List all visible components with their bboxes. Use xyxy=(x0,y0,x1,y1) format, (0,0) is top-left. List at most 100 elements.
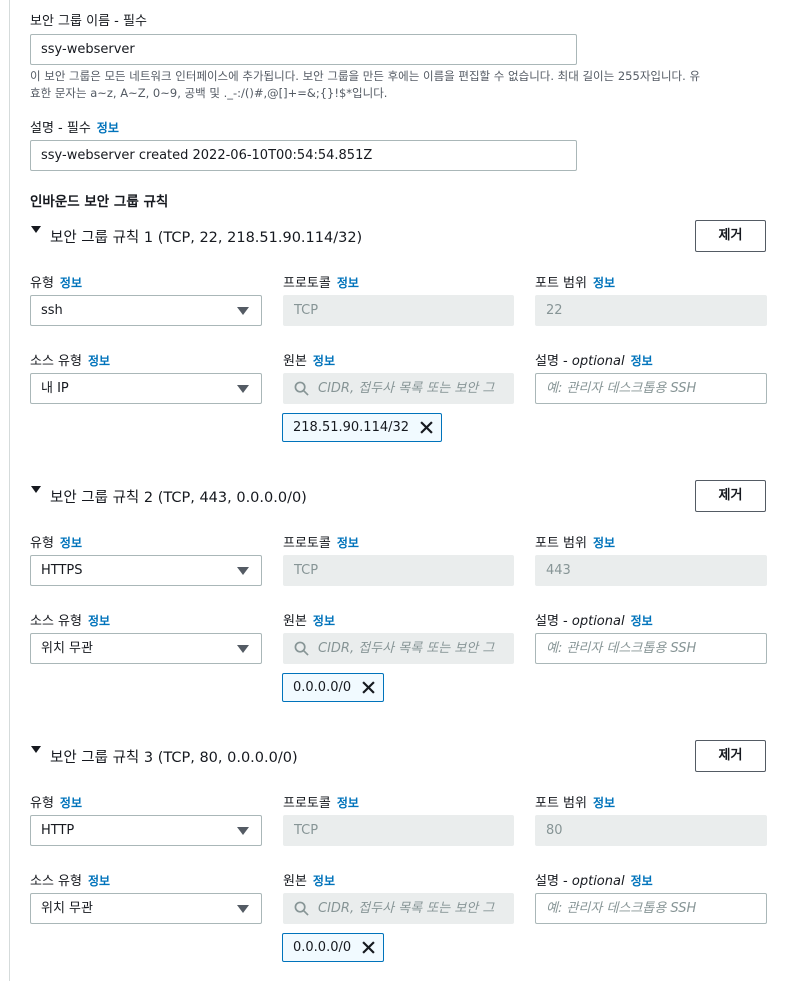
rule-description-info-link[interactable]: 정보 xyxy=(631,874,653,888)
protocol-input: TCP xyxy=(283,295,514,326)
sg-name-hint: 이 보안 그룹은 모든 네트워크 인터페이스에 추가됩니다. 보안 그룹을 만든… xyxy=(30,68,775,102)
source-info-link[interactable]: 정보 xyxy=(313,614,335,628)
source-type-select[interactable]: 내 IP xyxy=(30,373,262,404)
rule-description-placeholder: 예: 관리자 데스크톱용 SSH xyxy=(546,381,697,396)
search-icon xyxy=(294,641,309,656)
source-type-info-link[interactable]: 정보 xyxy=(88,354,110,368)
rule-description-label: 설명 - optional 정보 xyxy=(535,614,653,629)
port-range-input: 80 xyxy=(535,815,767,846)
type-select[interactable]: HTTP xyxy=(30,815,262,846)
sg-description-label: 설명 - 필수 정보 xyxy=(30,117,119,136)
source-search-input[interactable]: CIDR, 접두사 목록 또는 보안 그 xyxy=(283,633,514,664)
rule-description-label-text: 설명 xyxy=(535,614,559,629)
type-info-link[interactable]: 정보 xyxy=(60,276,82,290)
type-select[interactable]: HTTPS xyxy=(30,555,262,586)
remove-token-icon[interactable] xyxy=(420,421,433,434)
port-range-input: 443 xyxy=(535,555,767,586)
source-token-text: 0.0.0.0/0 xyxy=(293,680,352,695)
dropdown-arrow-icon xyxy=(237,567,249,575)
dropdown-arrow-icon xyxy=(237,307,249,315)
protocol-input: TCP xyxy=(283,815,514,846)
rule-description-info-link[interactable]: 정보 xyxy=(631,614,653,628)
type-label: 유형 정보 xyxy=(30,532,82,551)
source-token: 0.0.0.0/0 xyxy=(282,673,385,702)
rule-description-input[interactable]: 예: 관리자 데스크톱용 SSH xyxy=(535,373,767,404)
source-info-link[interactable]: 정보 xyxy=(313,874,335,888)
inbound-rule-1: 보안 그룹 규칙 1 (TCP, 22, 218.51.90.114/32) 제… xyxy=(0,220,786,480)
source-token-wrap: 0.0.0.0/0 xyxy=(282,933,385,962)
sg-description-info-link[interactable]: 정보 xyxy=(97,121,119,135)
port-range-label: 포트 범위 정보 xyxy=(535,532,615,551)
source-token: 218.51.90.114/32 xyxy=(282,413,443,442)
port-range-input: 22 xyxy=(535,295,767,326)
source-type-select-value: 위치 무관 xyxy=(41,641,93,656)
source-search-placeholder: CIDR, 접두사 목록 또는 보안 그 xyxy=(318,641,495,656)
rule-header[interactable]: 보안 그룹 규칙 1 (TCP, 22, 218.51.90.114/32) xyxy=(50,226,362,247)
protocol-value: TCP xyxy=(294,563,319,578)
rule-description-input[interactable]: 예: 관리자 데스크톱용 SSH xyxy=(535,633,767,664)
remove-token-icon[interactable] xyxy=(362,941,375,954)
port-range-info-link[interactable]: 정보 xyxy=(593,536,615,550)
source-search-placeholder: CIDR, 접두사 목록 또는 보안 그 xyxy=(318,381,495,396)
optional-text: optional xyxy=(571,354,625,369)
rule-description-label: 설명 - optional 정보 xyxy=(535,874,653,889)
type-info-link[interactable]: 정보 xyxy=(60,796,82,810)
source-info-link[interactable]: 정보 xyxy=(313,354,335,368)
port-range-info-link[interactable]: 정보 xyxy=(593,276,615,290)
sg-name-label: 보안 그룹 이름 - 필수 xyxy=(30,10,147,29)
sg-description-input[interactable]: ssy-webserver created 2022-06-10T00:54:5… xyxy=(30,140,577,171)
type-label: 유형 정보 xyxy=(30,792,82,811)
source-type-info-link[interactable]: 정보 xyxy=(88,614,110,628)
source-type-info-link[interactable]: 정보 xyxy=(88,874,110,888)
source-label: 원본 정보 xyxy=(283,610,335,629)
optional-text: optional xyxy=(571,874,625,889)
remove-rule-button[interactable]: 제거 xyxy=(695,480,766,512)
protocol-value: TCP xyxy=(294,823,319,838)
source-label-text: 원본 xyxy=(283,354,307,369)
type-select-value: ssh xyxy=(41,303,63,318)
source-type-label: 소스 유형 정보 xyxy=(30,350,110,369)
remove-rule-button[interactable]: 제거 xyxy=(695,740,766,772)
source-token-wrap: 218.51.90.114/32 xyxy=(282,413,443,442)
type-select-value: HTTP xyxy=(41,823,75,838)
protocol-info-link[interactable]: 정보 xyxy=(337,276,359,290)
source-type-select-value: 위치 무관 xyxy=(41,901,93,916)
type-select[interactable]: ssh xyxy=(30,295,262,326)
search-icon xyxy=(294,901,309,916)
inbound-rules-title: 인바운드 보안 그룹 규칙 xyxy=(30,194,169,210)
source-type-select[interactable]: 위치 무관 xyxy=(30,893,262,924)
collapse-caret-icon[interactable] xyxy=(31,486,41,493)
source-label-text: 원본 xyxy=(283,614,307,629)
remove-rule-button[interactable]: 제거 xyxy=(695,220,766,252)
type-label: 유형 정보 xyxy=(30,272,82,291)
source-search-input[interactable]: CIDR, 접두사 목록 또는 보안 그 xyxy=(283,373,514,404)
dropdown-arrow-icon xyxy=(237,905,249,913)
type-label-text: 유형 xyxy=(30,796,54,811)
type-info-link[interactable]: 정보 xyxy=(60,536,82,550)
collapse-caret-icon[interactable] xyxy=(31,226,41,233)
rule-description-label-text: 설명 xyxy=(535,874,559,889)
protocol-info-link[interactable]: 정보 xyxy=(337,796,359,810)
source-label: 원본 정보 xyxy=(283,350,335,369)
rule-header[interactable]: 보안 그룹 규칙 2 (TCP, 443, 0.0.0.0/0) xyxy=(50,486,307,507)
dropdown-arrow-icon xyxy=(237,645,249,653)
dropdown-arrow-icon xyxy=(237,827,249,835)
source-type-select[interactable]: 위치 무관 xyxy=(30,633,262,664)
source-type-select-value: 내 IP xyxy=(41,381,69,396)
port-range-info-link[interactable]: 정보 xyxy=(593,796,615,810)
source-search-input[interactable]: CIDR, 접두사 목록 또는 보안 그 xyxy=(283,893,514,924)
sg-name-input[interactable]: ssy-webserver xyxy=(30,34,577,65)
rule-description-input[interactable]: 예: 관리자 데스크톱용 SSH xyxy=(535,893,767,924)
remove-token-icon[interactable] xyxy=(362,681,375,694)
port-range-label-text: 포트 범위 xyxy=(535,536,587,551)
inbound-rule-3: 보안 그룹 규칙 3 (TCP, 80, 0.0.0.0/0) 제거 유형 정보 … xyxy=(0,740,786,1000)
collapse-caret-icon[interactable] xyxy=(31,746,41,753)
sg-name-hint-line1: 이 보안 그룹은 모든 네트워크 인터페이스에 추가됩니다. 보안 그룹을 만든… xyxy=(30,69,701,83)
source-type-label: 소스 유형 정보 xyxy=(30,610,110,629)
protocol-label-text: 프로토콜 xyxy=(283,536,331,551)
rule-description-info-link[interactable]: 정보 xyxy=(631,354,653,368)
source-search-placeholder: CIDR, 접두사 목록 또는 보안 그 xyxy=(318,901,495,916)
source-type-label-text: 소스 유형 xyxy=(30,874,82,889)
rule-header[interactable]: 보안 그룹 규칙 3 (TCP, 80, 0.0.0.0/0) xyxy=(50,746,298,767)
protocol-info-link[interactable]: 정보 xyxy=(337,536,359,550)
